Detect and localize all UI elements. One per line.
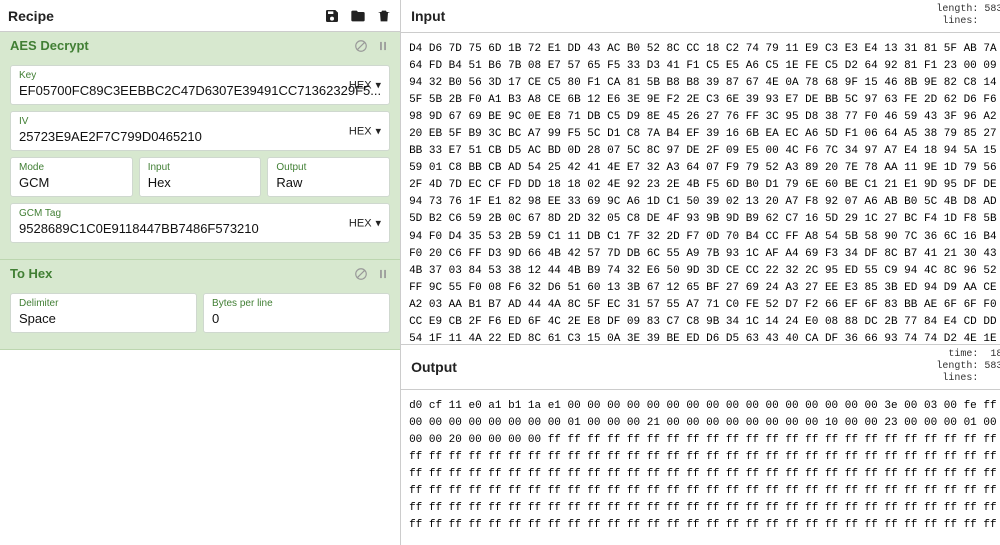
delimiter-label: Delimiter: [19, 298, 188, 309]
operation-name: AES Decrypt: [10, 38, 354, 53]
delimiter-value: Space: [19, 311, 188, 326]
chevron-down-icon: ▾: [376, 217, 382, 230]
disable-icon[interactable]: [354, 267, 368, 281]
iv-field[interactable]: IV 25723E9AE2F7C799D0465210 HEX▾: [10, 111, 390, 151]
operation-name: To Hex: [10, 266, 354, 281]
input-meta: length: 58367 lines: 1: [936, 4, 1000, 28]
gcm-format-select[interactable]: HEX▾: [349, 217, 381, 230]
input-title: Input: [411, 8, 936, 24]
pause-icon[interactable]: [376, 39, 390, 53]
output-enc-value: Raw: [276, 175, 381, 190]
mode-label: Mode: [19, 162, 124, 173]
input-enc-label: Input: [148, 162, 253, 173]
save-icon[interactable]: [324, 8, 340, 24]
recipe-title: Recipe: [8, 8, 324, 24]
mode-value: GCM: [19, 175, 124, 190]
io-panel: Input length: 58367 lines: 1 D4 D6 7D 75…: [401, 0, 1000, 545]
recipe-panel: Recipe AES Decrypt Key EF05700FC89C: [0, 0, 401, 545]
trash-icon[interactable]: [376, 8, 392, 24]
input-enc-field[interactable]: Input Hex: [139, 157, 262, 197]
iv-format-select[interactable]: HEX▾: [349, 125, 381, 138]
key-value: EF05700FC89C3EEBBC2C47D6307E39491CC71362…: [19, 83, 381, 98]
operation-to-hex: To Hex Delimiter Space Bytes per line 0: [0, 260, 400, 350]
folder-icon[interactable]: [350, 8, 366, 24]
key-field[interactable]: Key EF05700FC89C3EEBBC2C47D6307E39491CC7…: [10, 65, 390, 105]
output-title: Output: [411, 359, 936, 375]
bpl-value: 0: [212, 311, 381, 326]
output-hex-view[interactable]: d0 cf 11 e0 a1 b1 1a e1 00 00 00 00 00 0…: [401, 390, 1000, 545]
bpl-field[interactable]: Bytes per line 0: [203, 293, 390, 333]
key-label: Key: [19, 70, 381, 81]
input-hex-view[interactable]: D4 D6 7D 75 6D 1B 72 E1 DD 43 AC B0 52 8…: [401, 33, 1000, 344]
output-enc-label: Output: [276, 162, 381, 173]
chevron-down-icon: ▾: [376, 125, 382, 138]
pause-icon[interactable]: [376, 267, 390, 281]
gcm-value: 9528689C1C0E9118447BB7486F573210: [19, 221, 381, 236]
operation-aes-decrypt: AES Decrypt Key EF05700FC89C3EEBBC2C47D6…: [0, 32, 400, 260]
bpl-label: Bytes per line: [212, 298, 381, 309]
input-enc-value: Hex: [148, 175, 253, 190]
disable-icon[interactable]: [354, 39, 368, 53]
delimiter-field[interactable]: Delimiter Space: [10, 293, 197, 333]
chevron-down-icon: ▾: [376, 79, 382, 92]
gcm-label: GCM Tag: [19, 208, 381, 219]
key-format-select[interactable]: HEX▾: [349, 79, 381, 92]
iv-label: IV: [19, 116, 381, 127]
gcm-field[interactable]: GCM Tag 9528689C1C0E9118447BB7486F573210…: [10, 203, 390, 243]
output-enc-field[interactable]: Output Raw: [267, 157, 390, 197]
output-meta: time: 18ms length: 58367 lines: 1: [936, 349, 1000, 385]
mode-field[interactable]: Mode GCM: [10, 157, 133, 197]
iv-value: 25723E9AE2F7C799D0465210: [19, 129, 381, 144]
